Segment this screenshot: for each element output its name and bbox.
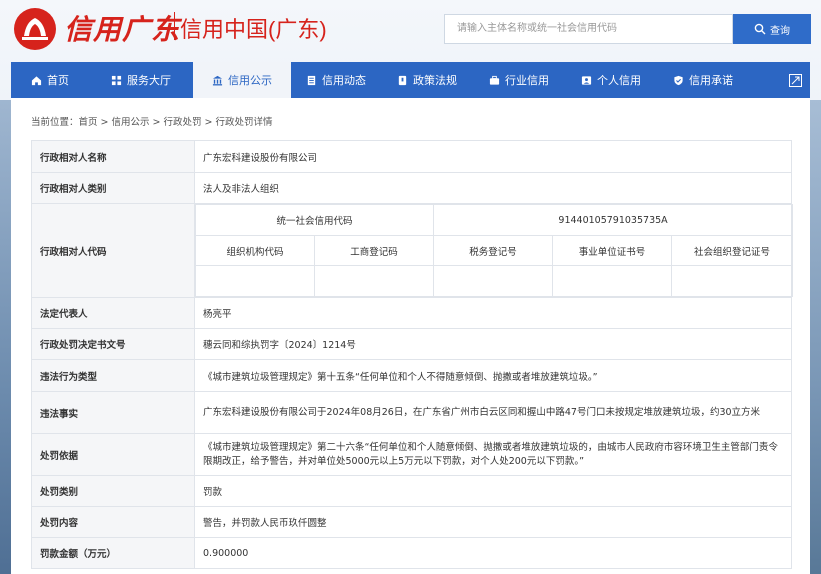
- logo-text[interactable]: 信用广东: [64, 8, 180, 48]
- table-row: 违法行为类型 《城市建筑垃圾管理规定》第十五条“任何单位和个人不得随意倾倒、抛撒…: [31, 359, 792, 392]
- row-label: 行政处罚决定书文号: [31, 328, 195, 360]
- expand-icon: [788, 73, 802, 87]
- row-label: 违法行为类型: [31, 359, 195, 392]
- table-row: 行政处罚决定书文号 穗云同和综执罚字〔2024〕1214号: [31, 328, 792, 360]
- code-header: 社会组织登记证号: [671, 235, 794, 266]
- code-header: 事业单位证书号: [552, 235, 673, 266]
- table-row: 行政相对人代码 统一社会信用代码 91440105791035735A 组织机构…: [31, 203, 794, 298]
- party-type-value: 法人及非法人组织: [194, 172, 792, 204]
- code-header: 税务登记号: [433, 235, 554, 266]
- grid-icon: [111, 75, 122, 85]
- row-label: 行政相对人名称: [31, 140, 195, 173]
- nav-expand-button[interactable]: [780, 62, 810, 98]
- code-header: 工商登记码: [313, 235, 435, 266]
- nav-label: 行业信用: [505, 74, 549, 87]
- code-value: [433, 265, 554, 297]
- breadcrumb: 当前位置：首页 > 信用公示 > 行政处罚 > 行政处罚详情: [31, 114, 273, 128]
- nav-label: 信用公示: [228, 74, 272, 87]
- row-label: 法定代表人: [31, 297, 195, 329]
- logo-emblem-icon[interactable]: [12, 6, 58, 52]
- home-icon: [31, 75, 42, 85]
- row-label: 行政相对人类别: [31, 172, 195, 204]
- search-input[interactable]: 请输入主体名称或统一社会信用代码: [444, 14, 733, 44]
- penalty-content-value: 警告，并罚款人民币玖仟圆整: [194, 506, 792, 538]
- id-card-icon: [581, 75, 592, 85]
- table-row: 法定代表人 杨亮平: [31, 297, 792, 329]
- code-header: 组织机构代码: [195, 235, 315, 266]
- uscc-row: 统一社会信用代码 91440105791035735A: [194, 204, 794, 236]
- legal-rep-value: 杨亮平: [194, 297, 792, 329]
- nav-item-credit-commitment[interactable]: 信用承诺: [657, 62, 749, 98]
- fine-value: 0.900000: [194, 537, 792, 569]
- table-row: 处罚类别 罚款: [31, 475, 792, 507]
- nav-label: 服务大厅: [127, 74, 171, 87]
- site-header: 信用广东 信用中国(广东) 请输入主体名称或统一社会信用代码 查询: [0, 0, 821, 58]
- nav-label: 个人信用: [597, 74, 641, 87]
- table-row: 违法事实 广东宏科建设股份有限公司于2024年08月26日，在广东省广州市白云区…: [31, 391, 792, 434]
- nav-label: 信用承诺: [689, 74, 733, 87]
- row-label: 处罚依据: [31, 433, 195, 476]
- search-icon: [754, 23, 766, 35]
- code-value-row: [195, 265, 794, 297]
- violation-fact-value: 广东宏科建设股份有限公司于2024年08月26日，在广东省广州市白云区同和握山中…: [194, 391, 792, 434]
- site-title[interactable]: 信用中国(广东): [180, 12, 327, 44]
- code-header-row: 组织机构代码 工商登记码 税务登记号 事业单位证书号 社会组织登记证号: [195, 235, 794, 266]
- breadcrumb-prefix: 当前位置：: [31, 117, 79, 128]
- violation-type-value: 《城市建筑垃圾管理规定》第十五条“任何单位和个人不得随意倾倒、抛撒或者堆放建筑垃…: [194, 359, 792, 392]
- row-label: 处罚内容: [31, 506, 195, 538]
- penalty-type-value: 罚款: [194, 475, 792, 507]
- bank-icon: [212, 75, 223, 85]
- nav-item-credit-publicity[interactable]: 信用公示: [193, 62, 291, 98]
- code-value: [552, 265, 673, 297]
- table-row: 处罚依据 《城市建筑垃圾管理规定》第二十六条“任何单位和个人随意倾倒、抛撒或者堆…: [31, 433, 792, 476]
- book-icon: [398, 75, 407, 85]
- nav-item-personal-credit[interactable]: 个人信用: [565, 62, 657, 98]
- penalty-detail-table: 行政相对人名称 广东宏科建设股份有限公司 行政相对人类别 法人及非法人组织 行政…: [31, 140, 794, 569]
- row-label: 处罚类别: [31, 475, 195, 507]
- code-subtable: 统一社会信用代码 91440105791035735A 组织机构代码 工商登记码…: [194, 204, 794, 297]
- party-name-value: 广东宏科建设股份有限公司: [194, 140, 792, 173]
- shield-check-icon: [674, 75, 683, 85]
- search-button-label: 查询: [770, 25, 790, 37]
- code-value: [671, 265, 794, 297]
- uscc-label: 统一社会信用代码: [194, 204, 435, 236]
- basis-value: 《城市建筑垃圾管理规定》第二十六条“任何单位和个人随意倾倒、抛撒或者堆放建筑垃圾…: [194, 433, 792, 476]
- row-label: 违法事实: [31, 391, 195, 434]
- row-label: 行政相对人代码: [31, 203, 195, 298]
- code-value: [313, 265, 435, 297]
- decision-no-value: 穗云同和综执罚字〔2024〕1214号: [194, 328, 792, 360]
- nav-item-credit-news[interactable]: 信用动态: [291, 62, 381, 98]
- document-icon: [307, 75, 316, 85]
- uscc-value: 91440105791035735A: [433, 204, 794, 236]
- content-panel: 当前位置：首页 > 信用公示 > 行政处罚 > 行政处罚详情 行政相对人名称 广…: [11, 98, 810, 574]
- breadcrumb-path[interactable]: 首页 > 信用公示 > 行政处罚 > 行政处罚详情: [79, 117, 273, 128]
- table-row: 罚款金额（万元） 0.900000: [31, 537, 792, 569]
- code-cell: 统一社会信用代码 91440105791035735A 组织机构代码 工商登记码…: [194, 203, 794, 298]
- main-nav: 首页 服务大厅 信用公示 信用动态 政策法规 行业信用 个人信用 信用承诺: [11, 62, 810, 98]
- row-label: 罚款金额（万元）: [31, 537, 195, 569]
- nav-item-policy[interactable]: 政策法规: [381, 62, 473, 98]
- nav-item-industry-credit[interactable]: 行业信用: [473, 62, 565, 98]
- search-button[interactable]: 查询: [733, 14, 811, 44]
- table-row: 处罚内容 警告，并罚款人民币玖仟圆整: [31, 506, 792, 538]
- logo-divider: [174, 12, 175, 40]
- nav-label: 信用动态: [322, 74, 366, 87]
- briefcase-icon: [489, 75, 500, 85]
- table-row: 行政相对人名称 广东宏科建设股份有限公司: [31, 140, 792, 173]
- nav-item-home[interactable]: 首页: [11, 62, 89, 98]
- nav-label: 首页: [47, 74, 69, 87]
- code-value: [195, 265, 315, 297]
- table-row: 行政相对人类别 法人及非法人组织: [31, 172, 792, 204]
- nav-label: 政策法规: [413, 74, 457, 87]
- nav-item-service-hall[interactable]: 服务大厅: [89, 62, 193, 98]
